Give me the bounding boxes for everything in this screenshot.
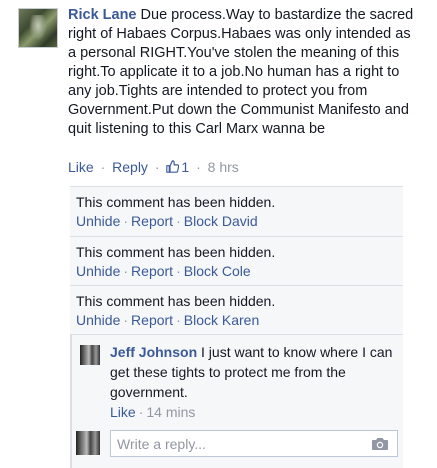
like-count: 1 bbox=[181, 159, 190, 175]
reply-thread: Jeff Johnson I just want to know where I… bbox=[70, 334, 403, 468]
reply-author-link[interactable]: Jeff Johnson bbox=[110, 344, 197, 360]
report-link[interactable]: Report bbox=[131, 263, 173, 279]
like-link[interactable]: Like bbox=[68, 159, 94, 175]
separator-dot: · bbox=[123, 213, 129, 229]
hidden-message: This comment has been hidden. bbox=[76, 194, 276, 210]
hidden-reply: This comment has been hidden. Unhide · Rep… bbox=[70, 285, 403, 335]
hidden-message: This comment has been hidden. bbox=[76, 293, 276, 309]
hidden-message: This comment has been hidden. bbox=[76, 244, 276, 260]
commenter-avatar[interactable] bbox=[18, 8, 58, 48]
unhide-link[interactable]: Unhide bbox=[76, 263, 120, 279]
current-user-avatar bbox=[76, 431, 100, 455]
unhide-link[interactable]: Unhide bbox=[76, 213, 120, 229]
thread-line bbox=[70, 335, 72, 468]
like-count-button[interactable]: 1 bbox=[166, 159, 193, 175]
reply-body: Jeff Johnson I just want to know where I… bbox=[110, 342, 400, 402]
comment-actions: Like · Reply · 1 · 8 hrs bbox=[68, 158, 239, 176]
separator-dot: · bbox=[138, 404, 144, 420]
like-link[interactable]: Like bbox=[110, 404, 136, 420]
reply-input[interactable] bbox=[117, 435, 357, 453]
comment-timestamp[interactable]: 8 hrs bbox=[208, 159, 239, 175]
separator-dot: · bbox=[123, 312, 129, 328]
report-link[interactable]: Report bbox=[131, 213, 173, 229]
report-link[interactable]: Report bbox=[131, 312, 173, 328]
separator-dot: · bbox=[154, 159, 160, 175]
camera-icon[interactable] bbox=[371, 436, 389, 452]
separator-dot: · bbox=[176, 263, 181, 279]
reply-actions: Like · 14 mins bbox=[110, 403, 195, 421]
thumbs-up-icon bbox=[166, 160, 180, 173]
reply-link[interactable]: Reply bbox=[112, 159, 148, 175]
separator-dot: · bbox=[100, 159, 106, 175]
comment-body: Rick Lane Due process.Way to bastardize … bbox=[68, 6, 420, 139]
comment-author-link[interactable]: Rick Lane bbox=[68, 7, 137, 23]
block-user-link[interactable]: Block Cole bbox=[184, 263, 251, 279]
separator-dot: · bbox=[196, 159, 201, 175]
reply-timestamp[interactable]: 14 mins bbox=[146, 404, 195, 420]
comment-text: Due process.Way to bastardize the sacred… bbox=[68, 7, 414, 137]
reply-author-avatar[interactable] bbox=[80, 345, 100, 365]
block-user-link[interactable]: Block Karen bbox=[184, 312, 259, 328]
hidden-reply: This comment has been hidden. Unhide · Rep… bbox=[70, 236, 403, 286]
hidden-reply: This comment has been hidden. Unhide · Rep… bbox=[70, 186, 403, 236]
separator-dot: · bbox=[123, 263, 129, 279]
block-user-link[interactable]: Block David bbox=[184, 213, 258, 229]
reply-composer[interactable] bbox=[110, 430, 398, 457]
separator-dot: · bbox=[176, 312, 181, 328]
separator-dot: · bbox=[176, 213, 181, 229]
unhide-link[interactable]: Unhide bbox=[76, 312, 120, 328]
